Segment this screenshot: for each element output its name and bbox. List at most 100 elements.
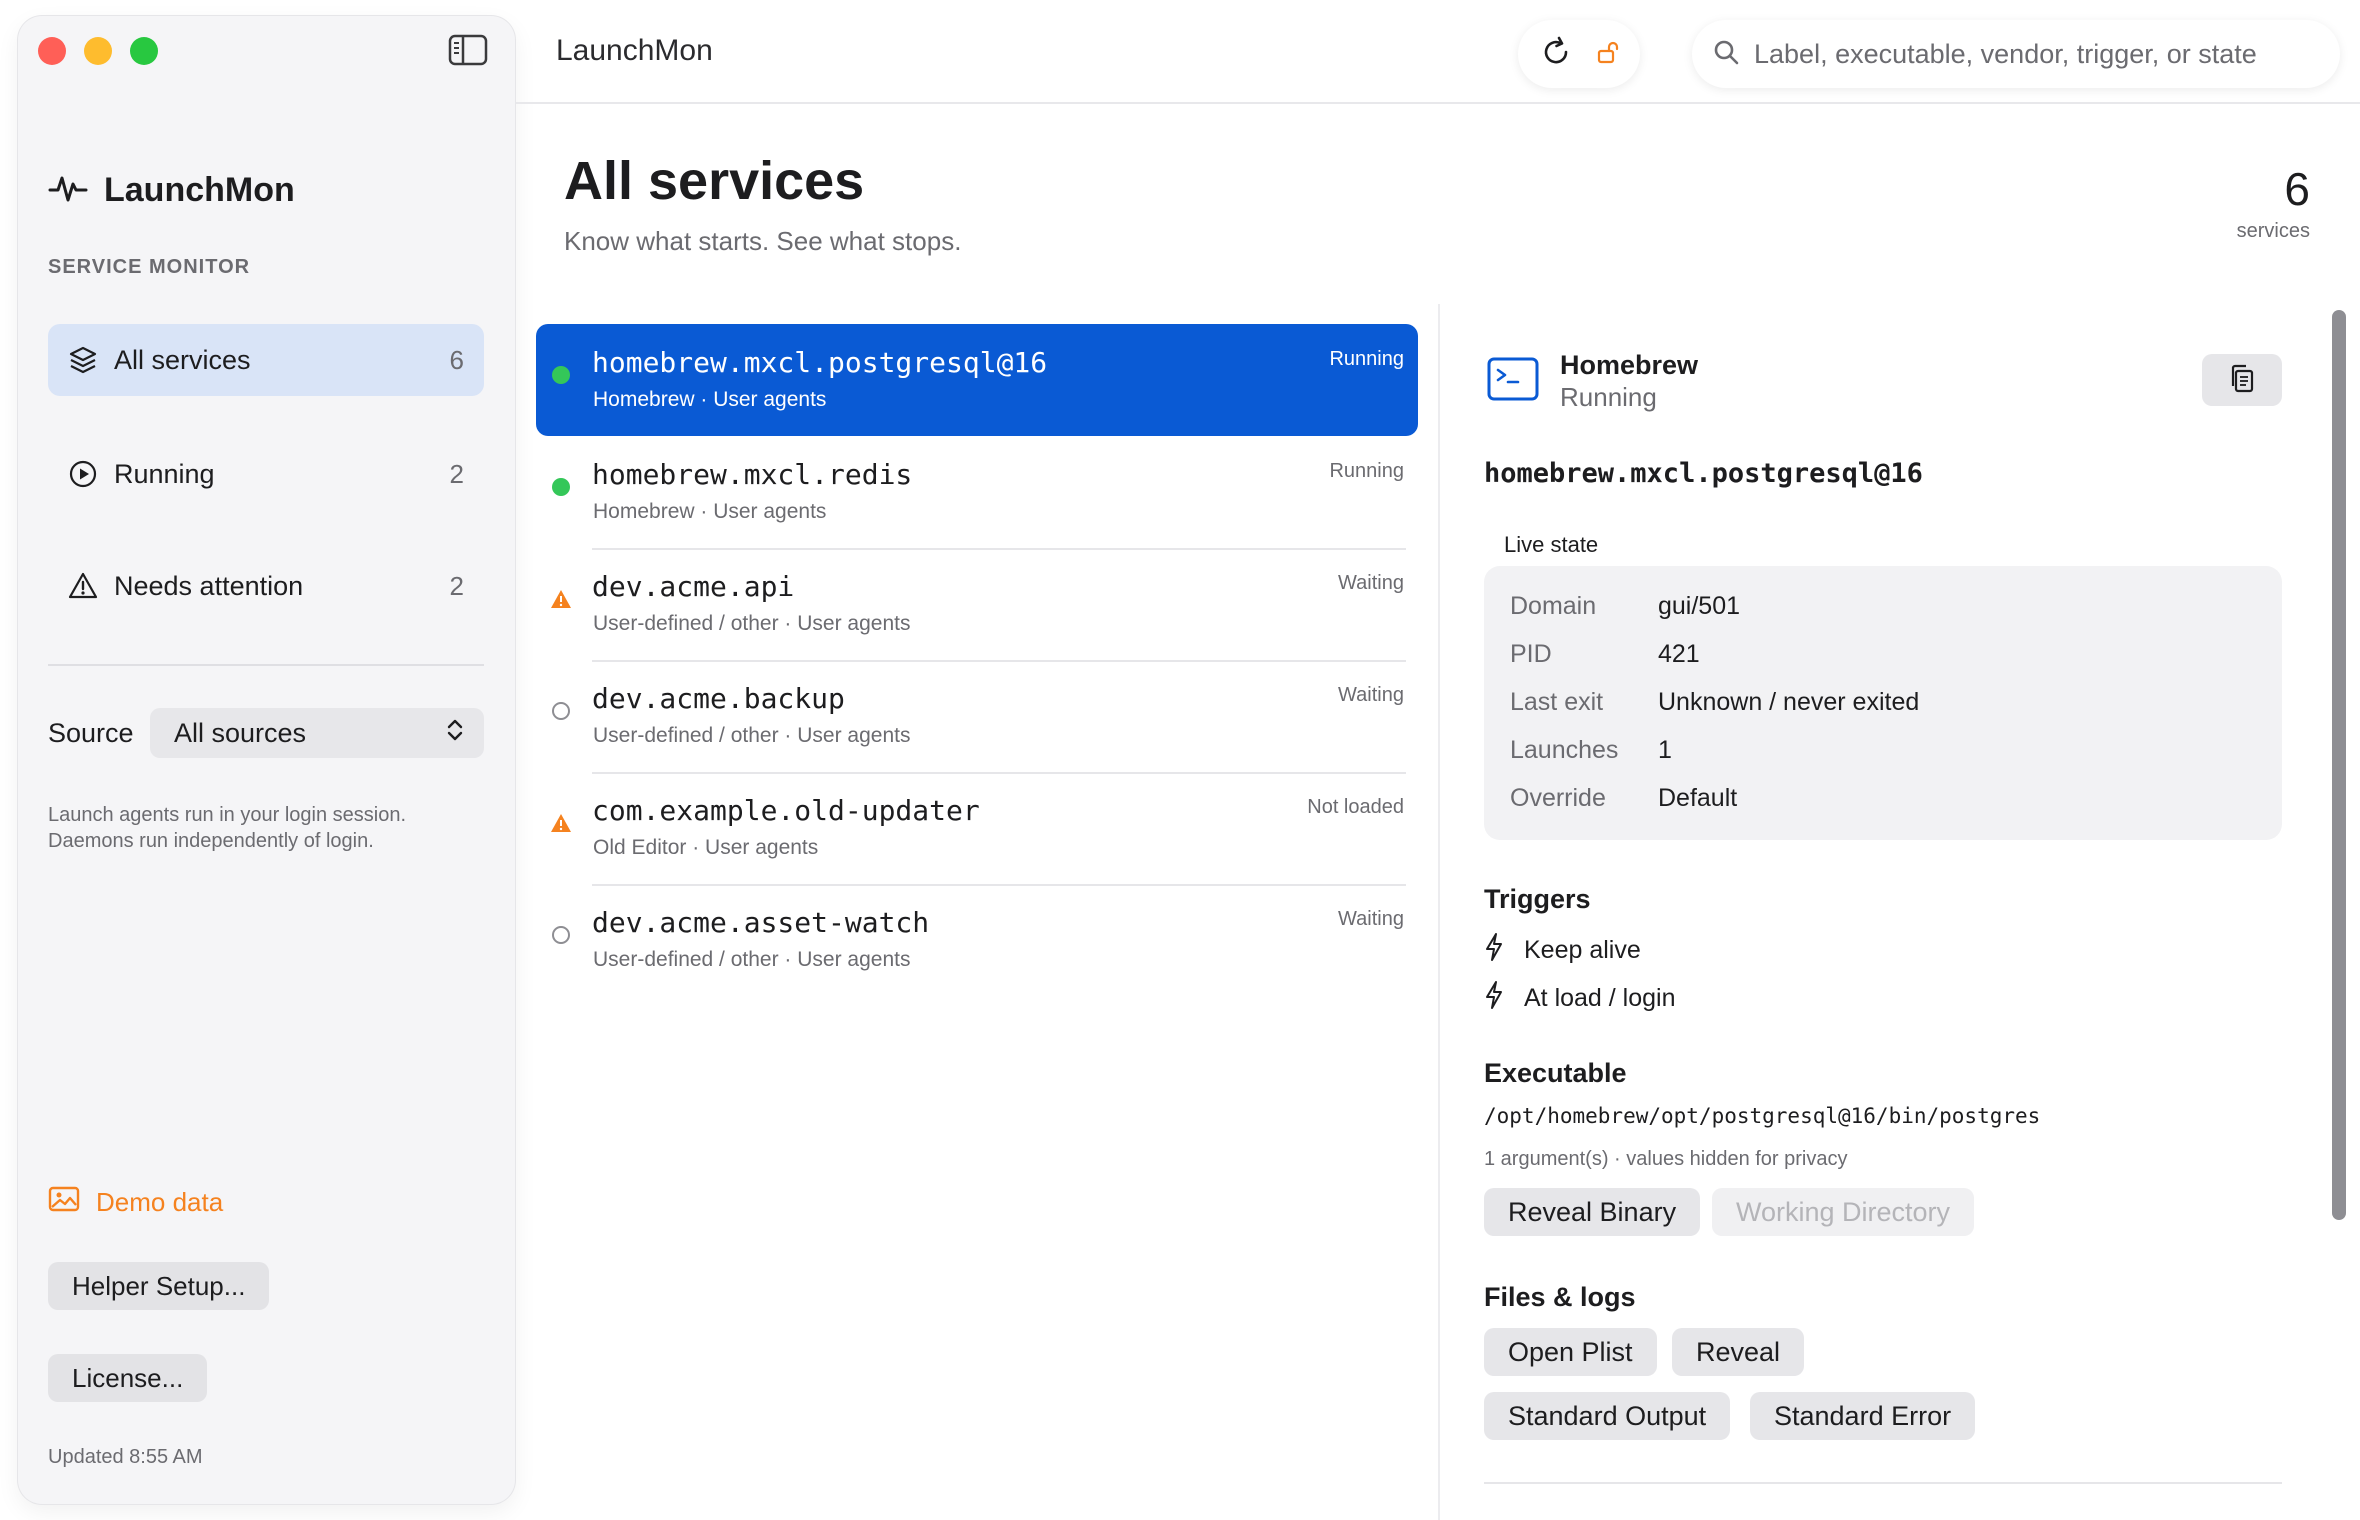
service-source: User-defined / other · User agents	[593, 948, 911, 971]
service-row[interactable]: homebrew.mxcl.postgresql@16 Homebrew · U…	[536, 324, 1418, 436]
executable-note: 1 argument(s) · values hidden for privac…	[1484, 1148, 1848, 1170]
live-state-value: 1	[1658, 736, 1672, 764]
minimize-window-button[interactable]	[84, 37, 112, 65]
page-subtitle: Know what starts. See what stops.	[564, 226, 962, 256]
demo-data-label: Demo data	[96, 1187, 224, 1217]
refresh-icon[interactable]	[1538, 34, 1574, 75]
reveal-button[interactable]: Reveal	[1672, 1328, 1805, 1376]
service-state: Waiting	[1338, 908, 1404, 930]
service-source: Old Editor · User agents	[593, 836, 819, 859]
detail-status: Running	[1560, 382, 1657, 412]
sidebar-item-label: Running	[114, 458, 215, 489]
service-source: User-defined / other · User agents	[593, 724, 911, 747]
warning-triangle-icon	[68, 571, 98, 601]
service-state: Running	[1329, 460, 1404, 482]
service-name: com.example.old-updater	[592, 794, 980, 827]
search-field[interactable]	[1692, 20, 2340, 88]
source-label: Source	[48, 718, 134, 748]
service-name: homebrew.mxcl.postgresql@16	[592, 346, 1048, 379]
triggers-heading: Triggers	[1484, 884, 1591, 914]
search-input[interactable]	[1754, 38, 2320, 70]
live-state-value: Unknown / never exited	[1658, 688, 1920, 716]
service-row[interactable]: dev.acme.api User-defined / other · User…	[536, 548, 1418, 662]
live-state-value: Default	[1658, 784, 1738, 812]
source-select-value: All sources	[174, 717, 307, 748]
service-row[interactable]: com.example.old-updater Old Editor · Use…	[536, 772, 1418, 886]
service-name: dev.acme.asset-watch	[592, 906, 930, 939]
live-state-value: 421	[1658, 640, 1700, 668]
detail-vendor: Homebrew	[1560, 350, 1699, 380]
trigger-item: Keep alive	[1484, 932, 1641, 969]
service-row[interactable]: dev.acme.asset-watch User-defined / othe…	[536, 884, 1418, 996]
service-source: User-defined / other · User agents	[593, 612, 911, 635]
standard-output-button[interactable]: Standard Output	[1484, 1392, 1731, 1440]
demo-data-link[interactable]: Demo data	[48, 1186, 223, 1219]
source-select[interactable]: All sources	[150, 708, 484, 758]
service-row[interactable]: dev.acme.backup User-defined / other · U…	[536, 660, 1418, 774]
sidebar-item-count: 2	[449, 570, 464, 601]
zoom-window-button[interactable]	[130, 37, 158, 65]
live-state-key: Override	[1510, 784, 1606, 812]
section-caption: SERVICE MONITOR	[48, 256, 251, 278]
service-source: Homebrew · User agents	[593, 388, 827, 411]
live-state-key: Last exit	[1510, 688, 1604, 716]
sidebar-note: Launch agents run in your login session.…	[48, 804, 407, 852]
live-state-key: Launches	[1510, 736, 1619, 764]
service-state: Running	[1329, 348, 1404, 370]
idle-status-icon	[550, 700, 572, 722]
updated-timestamp: Updated 8:55 AM	[48, 1446, 203, 1468]
sidebar-item-count: 6	[449, 344, 464, 375]
service-row[interactable]: homebrew.mxcl.redis Homebrew · User agen…	[536, 436, 1418, 550]
service-state: Waiting	[1338, 572, 1404, 594]
layers-icon	[68, 345, 98, 375]
detail-scrollbar-thumb[interactable]	[2332, 310, 2346, 1220]
bolt-icon	[1484, 932, 1504, 969]
detail-service-label: homebrew.mxcl.postgresql@16	[1484, 458, 1923, 489]
bolt-icon	[1484, 980, 1504, 1017]
executable-heading: Executable	[1484, 1058, 1627, 1088]
close-window-button[interactable]	[38, 37, 66, 65]
page-title: All services	[564, 151, 865, 211]
brand-title: LaunchMon	[104, 170, 295, 209]
sidebar-item-needs-attention[interactable]: Needs attention 2	[48, 550, 484, 622]
helper-setup-button[interactable]: Helper Setup...	[48, 1262, 270, 1310]
copy-button[interactable]	[2202, 354, 2282, 406]
service-state: Not loaded	[1307, 796, 1404, 818]
warning-status-icon	[550, 812, 572, 834]
trigger-item: At load / login	[1484, 980, 1676, 1017]
sidebar-item-label: All services	[114, 344, 251, 375]
live-state-key: Domain	[1510, 592, 1597, 620]
unlock-icon[interactable]	[1594, 39, 1620, 70]
license-button[interactable]: License...	[48, 1354, 208, 1402]
live-state-caption: Live state	[1504, 532, 1599, 557]
sidebar-item-count: 2	[449, 458, 464, 489]
idle-status-icon	[550, 924, 572, 946]
service-source: Homebrew · User agents	[593, 500, 827, 523]
working-directory-button[interactable]: Working Directory	[1712, 1188, 1975, 1236]
toolbar-divider	[516, 102, 2360, 104]
service-name: dev.acme.api	[592, 570, 795, 603]
live-state-value: gui/501	[1658, 592, 1741, 620]
sidebar-item-running[interactable]: Running 2	[48, 438, 484, 510]
play-circle-icon	[68, 459, 98, 489]
pane-divider	[1438, 304, 1440, 1520]
service-name: homebrew.mxcl.redis	[592, 458, 913, 491]
sidebar-toggle-icon[interactable]	[448, 34, 488, 66]
sidebar-item-all-services[interactable]: All services 6	[48, 324, 484, 396]
executable-path: /opt/homebrew/opt/postgresql@16/bin/post…	[1484, 1104, 2041, 1128]
service-name: dev.acme.backup	[592, 682, 845, 715]
window-title: LaunchMon	[556, 34, 713, 67]
search-icon	[1712, 38, 1740, 71]
open-plist-button[interactable]: Open Plist	[1484, 1328, 1657, 1376]
service-count: 6	[2284, 163, 2310, 215]
terminal-icon	[1486, 356, 1540, 402]
photo-icon	[48, 1186, 80, 1219]
brand: LaunchMon	[48, 168, 295, 212]
live-state-key: PID	[1510, 640, 1552, 668]
reveal-binary-button[interactable]: Reveal Binary	[1484, 1188, 1701, 1236]
trigger-label: At load / login	[1524, 984, 1676, 1012]
toolbar-actions	[1518, 20, 1640, 88]
warning-status-icon	[550, 588, 572, 610]
standard-error-button[interactable]: Standard Error	[1750, 1392, 1976, 1440]
running-status-icon	[550, 476, 572, 498]
